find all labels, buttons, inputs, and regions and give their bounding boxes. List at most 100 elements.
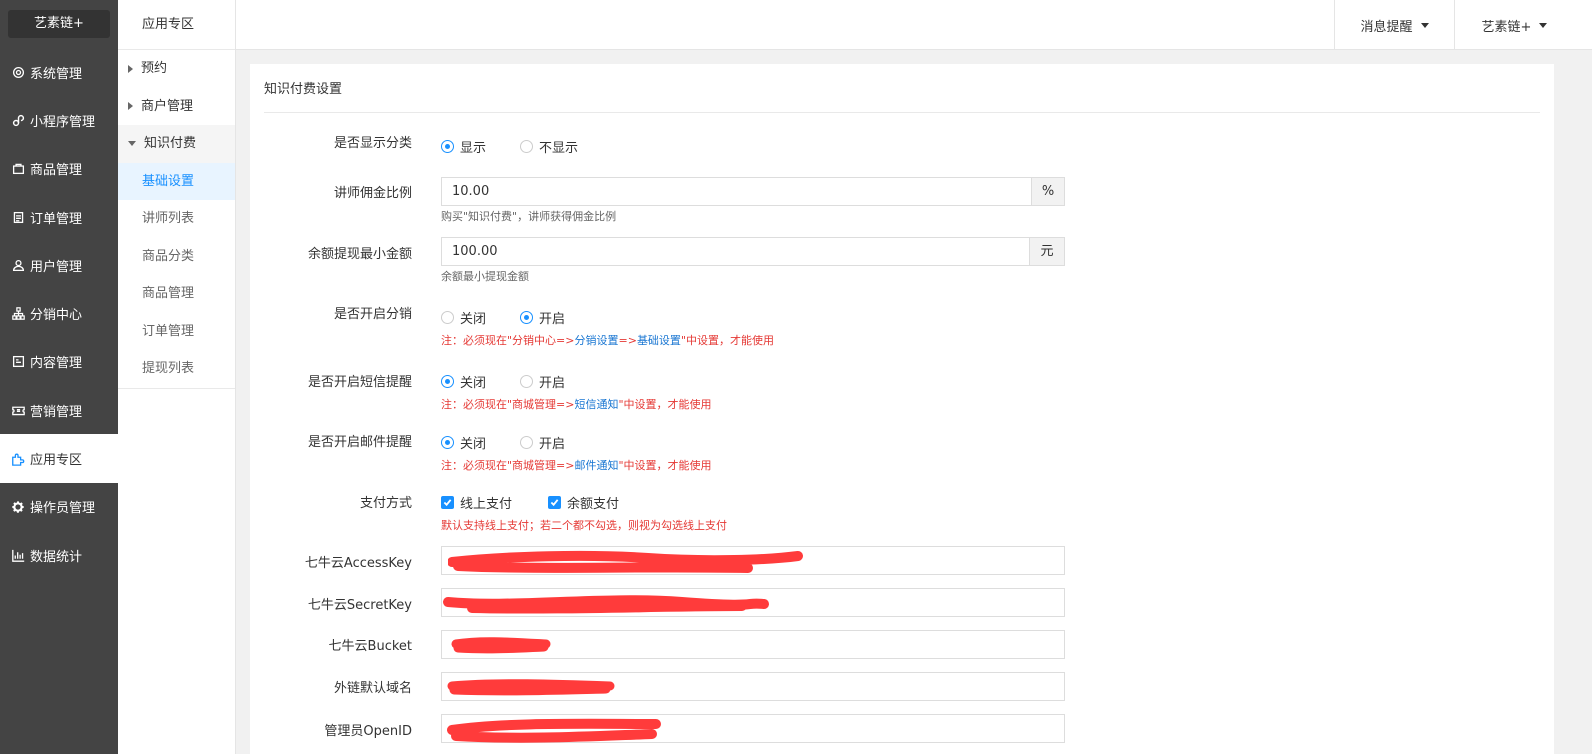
show-category-radio-show[interactable]: 显示 <box>441 137 486 156</box>
radio-dot <box>520 436 533 449</box>
withdraw-min-help: 余额最小提现金额 <box>441 270 529 283</box>
check-icon <box>441 496 454 509</box>
secondary-sidebar: 应用专区 预约 商户管理 知识付费 基础设置 讲师列表 商品分类 商品管理 订单… <box>118 0 236 754</box>
caret-right-icon <box>128 102 133 111</box>
sidebar-item-operators[interactable]: 操作员管理 <box>0 483 118 531</box>
distribution-label: 是否开启分销 <box>333 307 412 322</box>
sidebar-item-system[interactable]: 系统管理 <box>0 48 118 96</box>
subbar-title: 应用专区 <box>118 0 235 50</box>
sidebar-item-label: 数据统计 <box>30 549 83 565</box>
subbar-group-knowledge[interactable]: 知识付费 <box>118 125 235 163</box>
ticket-icon <box>10 402 26 418</box>
sidebar-item-label: 应用专区 <box>30 453 83 469</box>
subbar-group-label: 知识付费 <box>144 136 197 151</box>
sidebar-item-content[interactable]: 内容管理 <box>0 338 118 386</box>
withdraw-min-label: 余额提现最小金额 <box>307 247 412 262</box>
withdraw-min-input[interactable]: 100.00 <box>441 237 1030 266</box>
radio-label: 关闭 <box>460 376 487 391</box>
radio-dot <box>520 375 533 388</box>
subbar-group-merchant[interactable]: 商户管理 <box>118 88 235 126</box>
admin-openid-label: 管理员OpenID <box>324 724 412 739</box>
note-text: "中设置，才能使用 <box>618 398 712 411</box>
checkbox-label: 余额支付 <box>567 497 620 512</box>
payment-note: 默认支持线上支付；若二个都不勾选，则视为勾选线上支付 <box>441 519 727 532</box>
distribution-settings-link[interactable]: 分销设置 <box>575 334 619 347</box>
distribution-radio-on[interactable]: 开启 <box>520 308 565 327</box>
sidebar-item-label: 订单管理 <box>30 211 83 227</box>
radio-label: 开启 <box>539 437 566 452</box>
sidebar-item-miniprogram[interactable]: 小程序管理 <box>0 96 118 144</box>
brand-logo[interactable]: 艺素链+ <box>8 10 110 38</box>
radio-label: 关闭 <box>460 312 487 327</box>
subbar-item-categories[interactable]: 商品分类 <box>118 238 235 276</box>
bag-icon <box>10 161 26 177</box>
caret-right-icon <box>128 64 133 73</box>
sms-notice-link[interactable]: 短信通知 <box>575 398 619 411</box>
puzzle-icon <box>10 451 26 467</box>
radio-label: 不显示 <box>539 141 579 156</box>
email-radio-on[interactable]: 开启 <box>520 433 565 452</box>
qiniu-access-label: 七牛云AccessKey <box>304 556 412 571</box>
sidebar-item-label: 内容管理 <box>30 356 83 372</box>
distribution-radio-off[interactable]: 关闭 <box>441 308 486 327</box>
miniprogram-icon <box>10 112 26 128</box>
radio-label: 开启 <box>539 376 566 391</box>
sidebar-item-marketing[interactable]: 营销管理 <box>0 386 118 434</box>
payment-balance-checkbox[interactable]: 余额支付 <box>548 493 619 512</box>
email-label: 是否开启邮件提醒 <box>307 435 412 450</box>
sidebar-item-distribution[interactable]: 分销中心 <box>0 289 118 337</box>
sidebar-item-label: 营销管理 <box>30 404 83 420</box>
caret-down-icon <box>1539 22 1548 28</box>
redaction-mark <box>447 679 615 696</box>
sidebar-item-label: 操作员管理 <box>30 501 96 517</box>
sidebar-item-apps[interactable]: 应用专区 <box>0 434 118 483</box>
subbar-item-basic-settings[interactable]: 基础设置 <box>118 162 235 200</box>
sms-note: 注：必须现在"商城管理=>短信通知"中设置，才能使用 <box>441 396 712 412</box>
show-category-label: 是否显示分类 <box>333 136 412 151</box>
sidebar-item-orders[interactable]: 订单管理 <box>0 193 118 241</box>
sidebar-item-label: 小程序管理 <box>30 114 96 130</box>
subbar-group-booking[interactable]: 预约 <box>118 50 235 88</box>
note-text: "中设置，才能使用 <box>680 334 774 347</box>
user-dropdown[interactable]: 艺素链+ <box>1454 0 1574 50</box>
caret-down-icon <box>1420 22 1429 28</box>
radio-label: 显示 <box>460 141 487 156</box>
check-icon <box>548 496 561 509</box>
note-text: 注：必须现在"分销中心=> <box>441 334 575 347</box>
subbar-item-lecturers[interactable]: 讲师列表 <box>118 200 235 238</box>
subbar-list: 预约 商户管理 知识付费 基础设置 讲师列表 商品分类 商品管理 订单管理 提现… <box>118 50 235 389</box>
sms-radio-on[interactable]: 开启 <box>520 372 565 391</box>
show-category-radio-hide[interactable]: 不显示 <box>520 137 578 156</box>
settings-panel: 知识付费设置 是否显示分类 显示 不显示 讲师佣金比例 10.00 % 购买"知… <box>250 64 1554 754</box>
email-notice-link[interactable]: 邮件通知 <box>575 459 619 472</box>
sidebar-item-users[interactable]: 用户管理 <box>0 241 118 289</box>
sidebar-item-goods[interactable]: 商品管理 <box>0 145 118 193</box>
divider <box>264 112 1540 113</box>
subbar-item-goods[interactable]: 商品管理 <box>118 275 235 313</box>
clipboard-icon <box>10 209 26 225</box>
subbar-item-withdrawals[interactable]: 提现列表 <box>118 350 235 388</box>
email-note: 注：必须现在"商城管理=>邮件通知"中设置，才能使用 <box>441 457 712 473</box>
qiniu-secret-label: 七牛云SecretKey <box>307 598 412 613</box>
commission-help: 购买"知识付费"，讲师获得佣金比例 <box>441 210 617 223</box>
note-text: 注：必须现在"商城管理=> <box>441 459 575 472</box>
gear-icon <box>10 64 26 80</box>
redaction-mark <box>443 595 769 614</box>
sms-radio-off[interactable]: 关闭 <box>441 372 486 391</box>
sitemap-icon <box>10 306 26 322</box>
radio-dot <box>441 311 454 324</box>
subbar-item-orders[interactable]: 订单管理 <box>118 313 235 351</box>
basic-settings-link[interactable]: 基础设置 <box>637 334 681 347</box>
messages-dropdown[interactable]: 消息提醒 <box>1334 0 1454 50</box>
note-text: => <box>618 334 637 347</box>
redaction-mark <box>448 550 803 573</box>
radio-dot <box>520 311 533 324</box>
distribution-note: 注：必须现在"分销中心=>分销设置=>基础设置"中设置，才能使用 <box>441 332 774 348</box>
commission-input[interactable]: 10.00 <box>441 177 1032 206</box>
payment-online-checkbox[interactable]: 线上支付 <box>441 493 512 512</box>
sidebar-item-stats[interactable]: 数据统计 <box>0 531 118 579</box>
email-radio-off[interactable]: 关闭 <box>441 433 486 452</box>
radio-dot <box>441 436 454 449</box>
redaction-mark <box>451 637 551 654</box>
commission-addon: % <box>1031 177 1065 206</box>
